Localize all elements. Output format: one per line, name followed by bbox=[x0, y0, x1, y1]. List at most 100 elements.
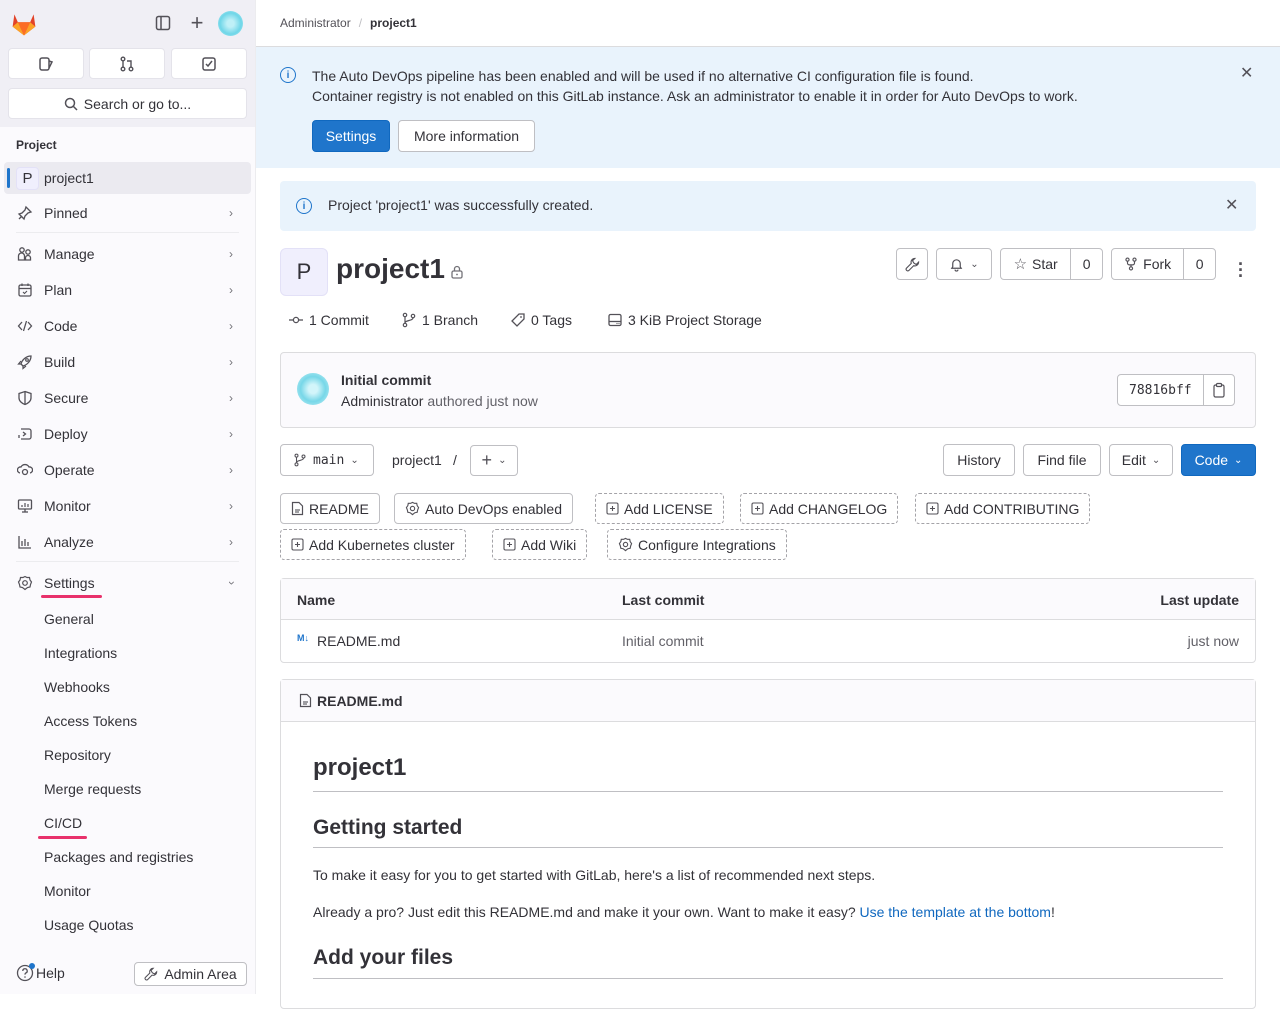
main-content: Administrator / project1 i The Auto DevO… bbox=[256, 0, 1280, 1009]
close-icon[interactable]: ✕ bbox=[1225, 195, 1238, 215]
sidebar-subitem-general[interactable]: General bbox=[44, 611, 94, 627]
admin-area-button[interactable]: Admin Area bbox=[134, 962, 247, 986]
sidebar-subitem-access-tokens[interactable]: Access Tokens bbox=[44, 713, 137, 729]
find-file-button[interactable]: Find file bbox=[1023, 444, 1101, 476]
sidebar-item-label: Settings bbox=[44, 575, 95, 591]
help-button[interactable]: Help bbox=[16, 963, 65, 982]
table-row[interactable]: M↓ README.md Initial commit just now bbox=[281, 620, 1255, 662]
sidebar-item-plan[interactable]: Plan › bbox=[0, 274, 256, 306]
file-name[interactable]: README.md bbox=[317, 633, 400, 649]
tags-count: 0 Tags bbox=[531, 312, 572, 328]
fork-button[interactable]: Fork bbox=[1112, 249, 1183, 279]
sidebar-toggle-icon[interactable] bbox=[152, 12, 174, 34]
last-commit-panel: Initial commit Administrator authored ju… bbox=[280, 352, 1256, 428]
sidebar-subitem-packages[interactable]: Packages and registries bbox=[44, 849, 193, 865]
sidebar-item-build[interactable]: Build › bbox=[0, 346, 256, 378]
readme-filename[interactable]: README.md bbox=[317, 693, 403, 709]
sidebar-subitem-usage-quotas[interactable]: Usage Quotas bbox=[44, 917, 134, 933]
todos-button[interactable] bbox=[171, 48, 247, 79]
commits-link[interactable]: 1 Commit bbox=[288, 312, 369, 328]
file-last-commit[interactable]: Initial commit bbox=[622, 633, 704, 649]
tags-link[interactable]: 0 Tags bbox=[510, 312, 572, 328]
add-changelog-shortcut[interactable]: Add CHANGELOG bbox=[740, 493, 899, 524]
plus-icon[interactable]: + bbox=[186, 10, 208, 35]
sidebar-item-pinned[interactable]: Pinned › bbox=[0, 197, 256, 229]
shortcut-label: Add CONTRIBUTING bbox=[944, 500, 1080, 517]
merge-requests-button[interactable] bbox=[89, 48, 165, 79]
chevron-down-icon: ⌄ bbox=[1151, 454, 1161, 466]
auto-devops-shortcut[interactable]: Auto DevOps enabled bbox=[394, 493, 573, 524]
user-avatar[interactable] bbox=[218, 11, 243, 36]
notification-dropdown[interactable]: ⌄ bbox=[936, 248, 992, 280]
readme-h1: project1 bbox=[313, 754, 407, 781]
issues-button[interactable] bbox=[8, 48, 84, 79]
add-to-tree-dropdown[interactable]: + ⌄ bbox=[470, 445, 518, 476]
sidebar-subitem-merge-requests[interactable]: Merge requests bbox=[44, 781, 141, 797]
sidebar-item-secure[interactable]: Secure › bbox=[0, 382, 256, 414]
breadcrumb-parent[interactable]: Administrator bbox=[280, 16, 351, 30]
sidebar-item-settings[interactable]: Settings › bbox=[0, 567, 256, 599]
commit-author[interactable]: Administrator bbox=[341, 393, 423, 409]
calendar-icon bbox=[16, 281, 34, 299]
fork-count[interactable]: 0 bbox=[1184, 249, 1215, 279]
chevron-right-icon: › bbox=[229, 247, 233, 261]
sidebar-item-deploy[interactable]: Deploy › bbox=[0, 418, 256, 450]
settings-button[interactable]: Settings bbox=[312, 120, 390, 152]
settings-active-underline bbox=[41, 595, 102, 598]
sidebar-item-operate[interactable]: Operate › bbox=[0, 454, 256, 486]
readme-panel: README.md project1 Getting started To ma… bbox=[280, 679, 1256, 1009]
deploy-icon bbox=[16, 425, 34, 443]
more-information-button[interactable]: More information bbox=[398, 120, 535, 152]
code-label: Code bbox=[1194, 452, 1229, 468]
branches-link[interactable]: 1 Branch bbox=[401, 312, 478, 328]
wrench-icon bbox=[144, 967, 158, 981]
search-label: Search or go to... bbox=[83, 95, 192, 112]
sidebar-subitem-cicd[interactable]: CI/CD bbox=[44, 815, 82, 831]
sidebar-item-project[interactable]: P project1 bbox=[4, 162, 251, 194]
readme-shortcut[interactable]: README bbox=[280, 493, 380, 524]
plus-square-icon bbox=[291, 538, 304, 551]
configure-integrations-shortcut[interactable]: Configure Integrations bbox=[607, 529, 787, 560]
sidebar-subitem-repository[interactable]: Repository bbox=[44, 747, 111, 763]
sidebar-item-label: Pinned bbox=[44, 205, 88, 221]
sidebar-item-code[interactable]: Code › bbox=[0, 310, 256, 342]
sidebar-subitem-integrations[interactable]: Integrations bbox=[44, 645, 117, 661]
project-settings-button[interactable] bbox=[896, 248, 928, 280]
gitlab-logo-icon[interactable] bbox=[10, 10, 38, 38]
search-button[interactable]: Search or go to... bbox=[8, 88, 247, 119]
copy-icon[interactable] bbox=[1202, 375, 1234, 405]
add-wiki-shortcut[interactable]: Add Wiki bbox=[492, 529, 588, 560]
sidebar-item-analyze[interactable]: Analyze › bbox=[0, 526, 256, 558]
sidebar-subitem-webhooks[interactable]: Webhooks bbox=[44, 679, 110, 695]
code-dropdown[interactable]: Code ⌄ bbox=[1181, 444, 1256, 476]
column-header-last-commit: Last commit bbox=[622, 592, 705, 608]
commit-title[interactable]: Initial commit bbox=[341, 372, 431, 388]
more-actions-icon[interactable]: ... bbox=[1238, 250, 1243, 280]
add-contributing-shortcut[interactable]: Add CONTRIBUTING bbox=[915, 493, 1091, 524]
shortcut-label: README bbox=[309, 500, 369, 517]
breadcrumb-current[interactable]: project1 bbox=[370, 16, 417, 30]
author-avatar[interactable] bbox=[297, 373, 329, 405]
add-kubernetes-shortcut[interactable]: Add Kubernetes cluster bbox=[280, 529, 466, 560]
info-icon: i bbox=[296, 198, 312, 214]
edit-dropdown[interactable]: Edit ⌄ bbox=[1109, 444, 1173, 476]
close-icon[interactable]: ✕ bbox=[1240, 63, 1253, 83]
file-icon bbox=[299, 693, 312, 708]
storage-link[interactable]: 3 KiB Project Storage bbox=[607, 312, 762, 328]
repo-path[interactable]: project1 bbox=[392, 452, 442, 468]
commit-icon bbox=[289, 316, 303, 324]
chevron-right-icon: › bbox=[229, 427, 233, 441]
readme-h2-add-files: Add your files bbox=[313, 946, 454, 969]
sidebar-subitem-monitor[interactable]: Monitor bbox=[44, 883, 91, 899]
sidebar-item-manage[interactable]: Manage › bbox=[0, 238, 256, 270]
branch-selector[interactable]: main ⌄ bbox=[280, 444, 374, 476]
add-license-shortcut[interactable]: Add LICENSE bbox=[595, 493, 724, 524]
commit-sha[interactable]: 78816bff bbox=[1118, 383, 1203, 398]
search-icon bbox=[64, 97, 78, 111]
file-table: Name Last commit Last update M↓ README.m… bbox=[280, 578, 1256, 663]
template-link[interactable]: Use the template at the bottom bbox=[860, 904, 1051, 920]
star-button[interactable]: ☆ Star bbox=[1001, 249, 1070, 279]
history-button[interactable]: History bbox=[943, 444, 1015, 476]
sidebar-item-monitor[interactable]: Monitor › bbox=[0, 490, 256, 522]
star-count[interactable]: 0 bbox=[1071, 249, 1102, 279]
